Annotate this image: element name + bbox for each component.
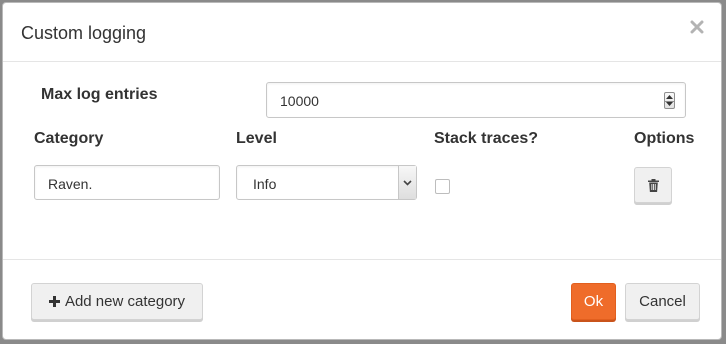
column-header-stack-traces: Stack traces? [434, 130, 539, 147]
stack-traces-checkbox[interactable] [435, 179, 450, 194]
cancel-label: Cancel [639, 293, 686, 310]
column-header-options: Options [634, 130, 695, 147]
dialog-title: Custom logging [21, 23, 147, 43]
custom-logging-dialog: Custom logging Max log entries 10000 Cat… [2, 2, 722, 340]
max-log-entries-input[interactable]: 10000 [266, 82, 686, 118]
max-log-entries-value: 10000 [280, 93, 319, 109]
add-category-button[interactable]: Add new category [31, 283, 203, 320]
add-category-label: Add new category [64, 293, 186, 310]
max-log-entries-label: Max log entries [41, 86, 158, 103]
dialog-body: Max log entries 10000 Category Level Sta… [3, 62, 721, 258]
dialog-footer: Add new category Ok Cancel [3, 259, 721, 339]
trash-icon [647, 178, 659, 192]
close-button[interactable] [687, 17, 707, 37]
cancel-button[interactable]: Cancel [625, 283, 700, 320]
column-header-category: Category [34, 130, 104, 147]
close-icon [690, 20, 704, 34]
chevron-down-icon[interactable] [398, 166, 416, 199]
category-input[interactable]: Raven. [34, 165, 220, 200]
delete-row-button[interactable] [634, 167, 672, 203]
dialog-header: Custom logging [3, 3, 721, 62]
level-select[interactable]: Info [236, 165, 417, 200]
number-spinner[interactable] [664, 92, 675, 109]
level-value: Info [253, 176, 277, 192]
ok-label: Ok [583, 293, 604, 310]
plus-icon [48, 296, 60, 307]
column-header-level: Level [236, 130, 277, 147]
category-value: Raven. [48, 176, 93, 192]
ok-button[interactable]: Ok [571, 283, 616, 320]
spin-down-icon[interactable] [665, 100, 674, 108]
